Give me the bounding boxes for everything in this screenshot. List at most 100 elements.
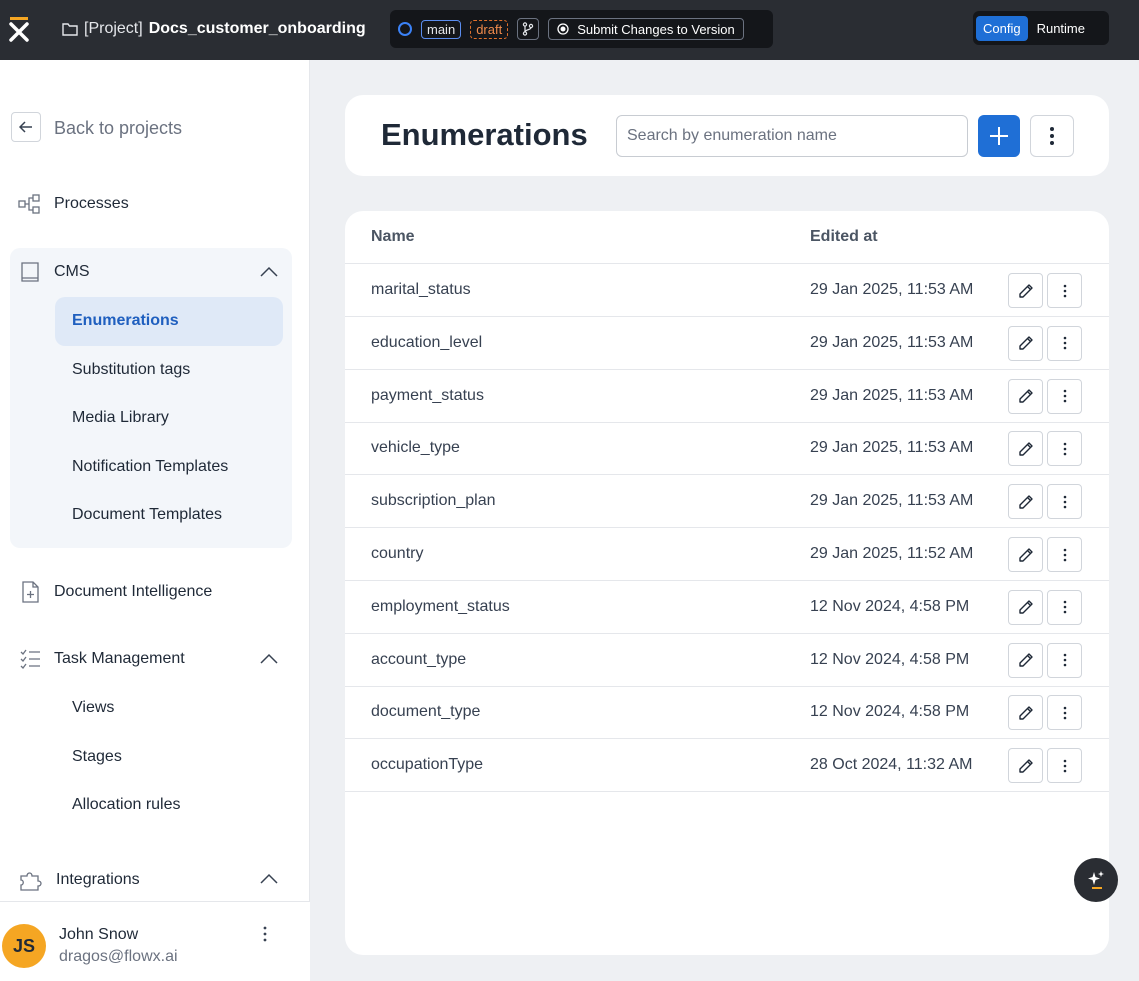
flowx-logo-icon[interactable] [8, 16, 30, 42]
enumeration-name[interactable]: vehicle_type [371, 439, 460, 457]
row-more-button[interactable] [1047, 589, 1082, 625]
edit-button[interactable] [1008, 537, 1043, 572]
enumeration-name[interactable]: payment_status [371, 387, 484, 405]
edited-at: 29 Jan 2025, 11:53 AM [810, 281, 974, 298]
header-more-button[interactable] [1030, 115, 1074, 157]
sidebar-item-cms[interactable]: CMS [18, 262, 90, 282]
edited-at: 29 Jan 2025, 11:53 AM [810, 333, 974, 351]
page-title: Enumerations [381, 117, 588, 152]
edit-button[interactable] [1008, 748, 1043, 784]
user-profile: JS John Snow dragos@flowx.ai [0, 901, 310, 981]
row-more-button[interactable] [1047, 325, 1082, 361]
table-row[interactable]: country 29 Jan 2025, 11:52 AM [345, 528, 1109, 581]
table-row[interactable]: occupationType 28 Oct 2024, 11:32 AM [345, 739, 1109, 793]
table-row[interactable]: marital_status 29 Jan 2025, 11:53 AM [345, 264, 1109, 317]
enumeration-name[interactable]: education_level [371, 334, 482, 352]
column-header-name[interactable]: Name [371, 228, 415, 246]
search-input[interactable] [616, 115, 968, 157]
project-name: Docs_customer_onboarding [148, 20, 366, 37]
more-vertical-icon [1063, 548, 1067, 562]
enumeration-name[interactable]: country [371, 545, 423, 563]
edit-button[interactable] [1008, 642, 1043, 678]
sidebar-item-processes[interactable]: Processes [18, 194, 129, 214]
chevron-up-icon[interactable] [259, 653, 279, 665]
enumeration-name[interactable]: subscription_plan [371, 492, 496, 510]
table-row[interactable]: education_level 29 Jan 2025, 11:53 AM [345, 317, 1109, 370]
edited-at: 12 Nov 2024, 4:58 PM [810, 597, 970, 615]
more-vertical-icon[interactable] [258, 924, 272, 944]
row-more-button[interactable] [1047, 378, 1082, 414]
project-prefix: [Project] [84, 20, 143, 37]
enumeration-name[interactable]: occupationType [371, 756, 483, 774]
edit-button[interactable] [1008, 484, 1043, 520]
row-more-button[interactable] [1047, 537, 1082, 572]
enumerations-table: Name Edited at marital_status 29 Jan 2025… [345, 211, 1109, 955]
row-more-button[interactable] [1047, 484, 1082, 520]
branch-badge[interactable]: main [421, 19, 462, 39]
edit-button[interactable] [1008, 378, 1043, 414]
table-row[interactable]: vehicle_type 29 Jan 2025, 11:53 AM [345, 422, 1109, 476]
sidebar-item-integrations[interactable]: Integrations [18, 869, 140, 891]
more-vertical-icon [1063, 495, 1067, 509]
edit-button[interactable] [1008, 325, 1043, 361]
sidebar-item-document-intelligence[interactable]: Document Intelligence [18, 581, 212, 603]
sparkle-icon [1088, 871, 1104, 889]
config-mode-button[interactable]: Config [976, 15, 1028, 41]
enumeration-name[interactable]: document_type [371, 703, 480, 721]
enumeration-name[interactable]: marital_status [371, 281, 471, 299]
chevron-up-icon[interactable] [259, 873, 279, 885]
column-header-edited-at[interactable]: Edited at [810, 228, 878, 246]
sidebar-item-allocation-rules[interactable]: Allocation rules [72, 796, 181, 814]
merge-icon[interactable] [517, 18, 540, 40]
sidebar-item-label: Enumerations [72, 312, 179, 329]
more-vertical-icon [1063, 442, 1067, 456]
sidebar-item-media-library[interactable]: Media Library [72, 409, 169, 427]
row-more-button[interactable] [1047, 695, 1082, 731]
submit-changes-label: Submit Changes to Version [577, 21, 735, 37]
back-to-projects-link[interactable]: Back to projects [54, 118, 182, 139]
edit-button[interactable] [1008, 695, 1043, 731]
enumeration-name[interactable]: account_type [371, 651, 466, 669]
edit-button[interactable] [1008, 431, 1043, 467]
table-row[interactable]: account_type 12 Nov 2024, 4:58 PM [345, 634, 1109, 687]
branch-status-icon [398, 22, 412, 36]
ai-assistant-button[interactable] [1074, 858, 1118, 902]
chevron-up-icon[interactable] [259, 266, 279, 278]
table-row[interactable]: payment_status 29 Jan 2025, 11:53 AM [345, 370, 1109, 423]
table-row[interactable]: subscription_plan 29 Jan 2025, 11:53 AM [345, 475, 1109, 529]
add-enumeration-button[interactable] [978, 115, 1020, 157]
table-row[interactable]: employment_status 12 Nov 2024, 4:58 PM [345, 581, 1109, 634]
sidebar-item-stages[interactable]: Stages [72, 748, 122, 766]
record-icon [557, 23, 569, 35]
sidebar-item-views[interactable]: Views [72, 699, 114, 717]
sidebar-item-label: Processes [54, 195, 129, 212]
row-more-button[interactable] [1047, 748, 1082, 784]
top-bar: [Project] Docs_customer_onboarding main … [0, 0, 1139, 60]
enumeration-name[interactable]: employment_status [371, 598, 510, 616]
user-name: John Snow [59, 926, 139, 943]
sidebar-item-enumerations[interactable]: Enumerations [55, 297, 283, 346]
row-more-button[interactable] [1047, 431, 1082, 467]
row-more-button[interactable] [1047, 273, 1082, 308]
edit-button[interactable] [1008, 589, 1043, 625]
sidebar-item-notification-templates[interactable]: Notification Templates [72, 458, 228, 476]
edit-button[interactable] [1008, 273, 1043, 308]
sidebar-item-label: Task Management [54, 650, 185, 667]
sidebar-item-label: CMS [54, 263, 90, 280]
checklist-icon [20, 649, 40, 669]
edited-at: 29 Jan 2025, 11:53 AM [810, 439, 974, 457]
sidebar-item-document-templates[interactable]: Document Templates [72, 506, 222, 524]
sidebar-item-substitution-tags[interactable]: Substitution tags [72, 361, 190, 379]
submit-changes-button[interactable]: Submit Changes to Version [548, 18, 744, 40]
pencil-icon [1018, 388, 1034, 404]
runtime-mode-button[interactable]: Runtime [1034, 16, 1088, 41]
back-button[interactable] [11, 112, 41, 142]
row-more-button[interactable] [1047, 642, 1082, 678]
sidebar-item-task-management[interactable]: Task Management [18, 649, 185, 669]
pencil-icon [1018, 283, 1034, 299]
pencil-icon [1018, 441, 1034, 457]
more-vertical-icon [1063, 284, 1067, 298]
table-row[interactable]: document_type 12 Nov 2024, 4:58 PM [345, 686, 1109, 740]
book-icon [21, 262, 39, 282]
avatar[interactable]: JS [2, 924, 46, 968]
